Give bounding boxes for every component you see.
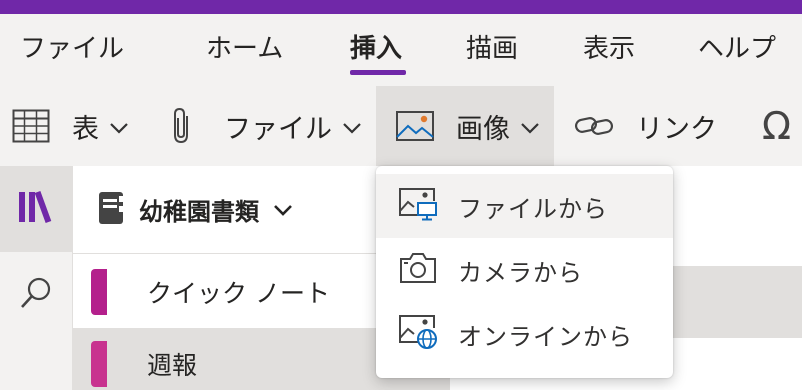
section-label: 週報 (147, 351, 198, 380)
tab-help[interactable]: ヘルプ (698, 28, 776, 65)
tab-draw[interactable]: 描画 (466, 28, 518, 65)
link-button[interactable]: リンク (574, 86, 717, 166)
chevron-down-icon (520, 121, 540, 135)
image-from-file-icon (398, 187, 438, 225)
notebooks-button[interactable] (0, 166, 72, 252)
section-color-tab (91, 341, 107, 387)
image-button[interactable]: 画像 (376, 86, 554, 166)
menu-item-label: カメラから (458, 258, 583, 287)
chevron-down-icon (273, 202, 293, 221)
paperclip-icon (168, 106, 194, 146)
insert-ribbon: 表 ファイル 画像 リンク Ω (0, 86, 802, 166)
insert-image-online[interactable]: オンラインから (376, 302, 673, 366)
search-button[interactable] (0, 252, 72, 338)
notebooks-icon (16, 189, 56, 229)
notebook-icon (97, 190, 125, 230)
attach-file-button[interactable]: ファイル (168, 86, 362, 166)
link-label: リンク (636, 113, 717, 145)
tab-insert[interactable]: 挿入 (350, 28, 402, 65)
chevron-down-icon (109, 121, 129, 135)
notebook-title: 幼稚園書類 (139, 198, 259, 226)
file-label: ファイル (224, 113, 332, 145)
insert-image-from-file[interactable]: ファイルから (376, 174, 673, 238)
tab-file[interactable]: ファイル (20, 28, 124, 65)
search-icon (18, 275, 54, 315)
link-icon (574, 113, 614, 139)
tab-view[interactable]: 表示 (583, 28, 635, 65)
image-dropdown-menu: ファイルから カメラから オンラインから (376, 166, 673, 378)
insert-image-from-camera[interactable]: カメラから (376, 238, 673, 302)
image-online-icon (398, 314, 438, 354)
active-tab-indicator (350, 70, 406, 75)
section-color-tab (91, 269, 107, 315)
tab-home[interactable]: ホーム (206, 28, 283, 65)
title-bar (0, 0, 802, 14)
table-label: 表 (72, 113, 99, 145)
table-icon (12, 107, 50, 145)
symbol-button[interactable]: Ω (762, 86, 791, 166)
omega-icon: Ω (762, 104, 792, 148)
chevron-down-icon (342, 121, 362, 135)
navigation-rail (0, 166, 72, 390)
menu-item-label: オンラインから (458, 322, 633, 351)
camera-icon (398, 251, 438, 289)
menu-item-label: ファイルから (458, 194, 608, 223)
image-label: 画像 (456, 113, 510, 145)
image-icon (396, 111, 434, 141)
ribbon-tabs: ファイル ホーム 挿入 描画 表示 ヘルプ (0, 14, 802, 86)
table-button[interactable]: 表 (12, 86, 129, 166)
section-label: クイック ノート (147, 279, 330, 308)
